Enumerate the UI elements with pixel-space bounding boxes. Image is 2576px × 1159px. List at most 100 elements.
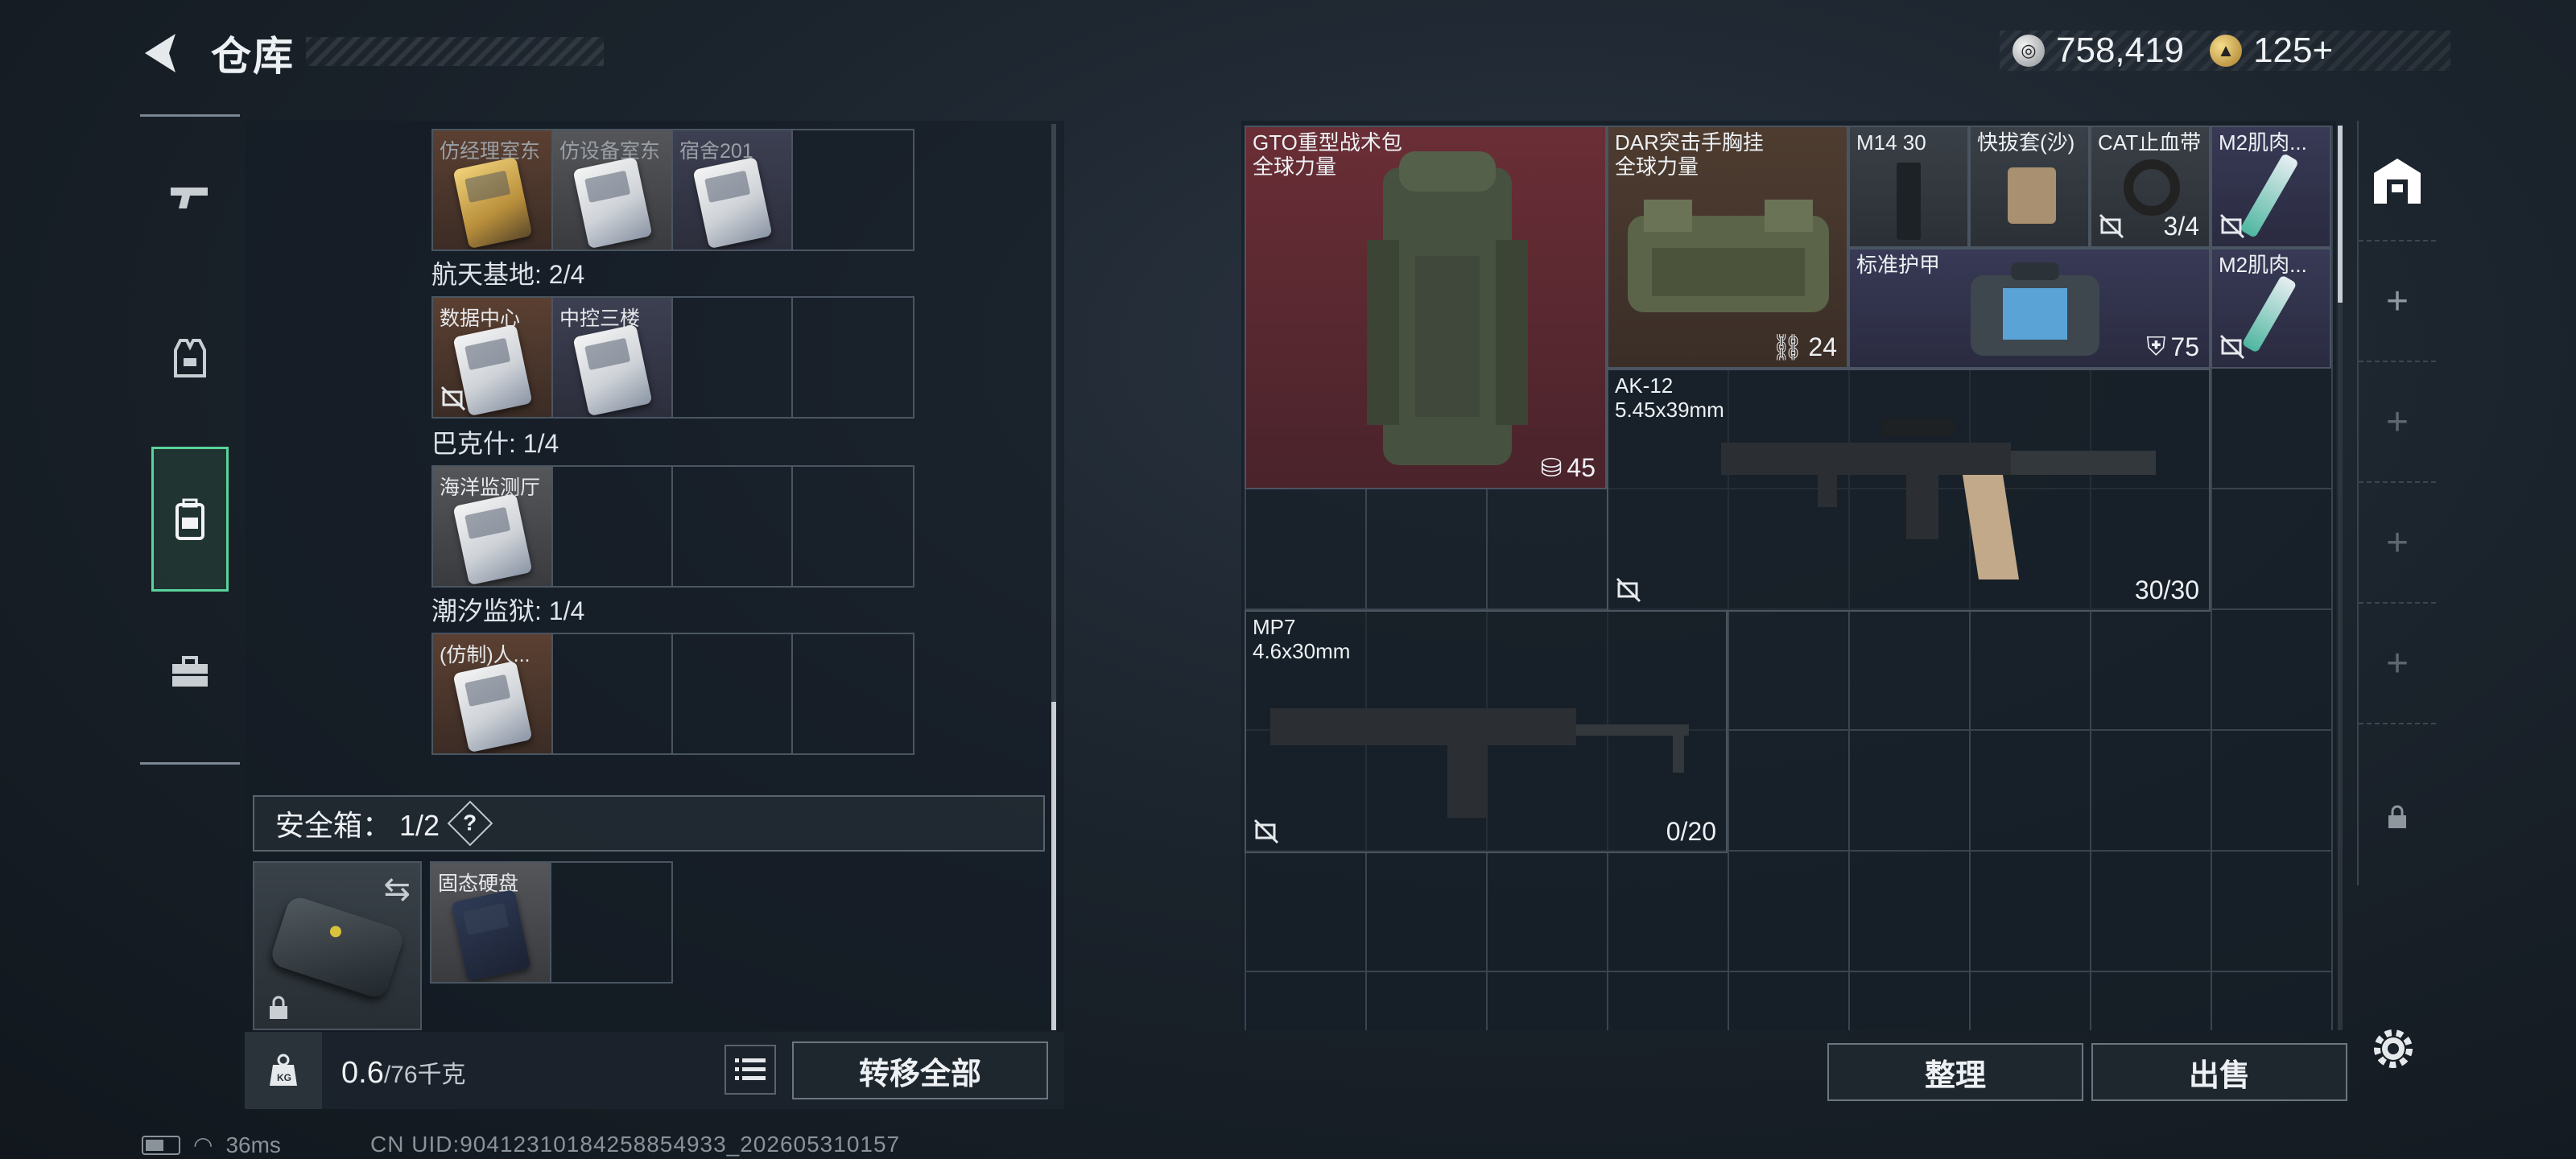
stash-item-tourniquet[interactable]: CAT止血带 3/4 <box>2090 126 2211 248</box>
add-page-icon[interactable]: + <box>2359 604 2436 724</box>
region-label: 巴克什: 1/4 <box>431 429 559 458</box>
container-row: 数据中心 中控三楼 <box>431 296 914 419</box>
item-count: ⛁ 45 <box>1540 452 1596 483</box>
sell-button[interactable]: 出售 <box>2091 1043 2347 1101</box>
empty-slot[interactable] <box>673 634 793 753</box>
help-icon[interactable]: ? <box>447 800 493 847</box>
silver-coin-icon: ◎ <box>2013 35 2045 67</box>
warehouse-icon <box>2374 159 2421 204</box>
left-scrollbar-thumb[interactable] <box>1051 702 1056 1030</box>
lock-icon <box>270 996 287 1019</box>
locked-page[interactable] <box>2359 757 2436 877</box>
stash-item-chest-rig[interactable]: DAR突击手胸挂 全球力量 ⛓ 24 <box>1607 126 1848 369</box>
stash-item-mp7[interactable]: MP7 4.6x30mm 0/20 <box>1245 610 1728 853</box>
vest-slot-icon: ⛓ <box>1770 332 1804 361</box>
no-insurance-icon <box>2219 213 2245 239</box>
stash-item-injector[interactable]: M2肌肉... <box>2211 248 2331 369</box>
container-row: (仿制)人... <box>431 633 914 755</box>
gold-coin-icon: ▲ <box>2210 35 2243 67</box>
backpack-image <box>1367 151 1528 465</box>
list-icon <box>735 1058 766 1080</box>
stash-item-ak12[interactable]: AK-12 5.45x39mm 30/30 <box>1607 369 2211 612</box>
empty-slot[interactable] <box>673 467 793 586</box>
player-uid: CN UID:90412310184258854933_202605310157 <box>370 1132 901 1157</box>
swap-icon[interactable]: ⇆ <box>383 871 411 908</box>
empty-slot[interactable] <box>553 467 673 586</box>
list-view-button[interactable] <box>724 1045 776 1095</box>
item-slot[interactable]: 数据中心 <box>433 298 553 417</box>
stash-item-backpack[interactable]: GTO重型战术包 全球力量 ⛁ 45 <box>1245 126 1607 489</box>
item-count: 30/30 <box>2134 575 2199 604</box>
injector-image <box>2241 274 2297 353</box>
weight-value: 0.6 <box>341 1056 384 1090</box>
add-page-icon[interactable]: + <box>2359 241 2436 362</box>
region-label: 潮汐监狱: 1/4 <box>431 596 585 625</box>
sort-button[interactable]: 整理 <box>1827 1043 2083 1101</box>
pistol-icon <box>171 188 208 208</box>
nav-toolbox[interactable] <box>151 624 229 720</box>
vest-icon <box>174 339 206 377</box>
item-name: (仿制)人... <box>440 644 530 666</box>
stash-scrollbar-thumb[interactable] <box>2338 126 2343 303</box>
item-count: ⛨ 75 <box>2146 332 2199 361</box>
keycard-icon <box>452 493 533 586</box>
keycard-icon <box>572 156 653 250</box>
stash-page-main[interactable] <box>2359 121 2436 241</box>
secure-case-slot[interactable]: ⇆ <box>253 861 422 1030</box>
weight-bar: KG 0.6/76千克 转移全部 <box>245 1032 1064 1109</box>
armor-icon: ⛨ <box>2146 332 2166 361</box>
item-count: 0/20 <box>1666 817 1716 846</box>
empty-slot[interactable] <box>793 130 913 250</box>
empty-slot[interactable] <box>793 298 913 417</box>
empty-slot[interactable] <box>553 634 673 753</box>
svg-text:KG: KG <box>277 1072 291 1083</box>
add-page-icon[interactable]: + <box>2359 483 2436 604</box>
empty-slot[interactable] <box>673 298 793 417</box>
stash-item-holster[interactable]: 快拔套(沙) <box>1969 126 2090 248</box>
item-slot[interactable]: 固态硬盘 <box>431 863 551 982</box>
nav-weapons[interactable] <box>151 149 229 245</box>
lock-icon <box>2388 805 2406 828</box>
empty-slot[interactable] <box>793 634 913 753</box>
holster-image <box>2008 167 2056 224</box>
item-slot[interactable]: 仿经理室东 <box>433 130 553 250</box>
item-slot[interactable]: (仿制)人... <box>433 634 553 753</box>
keycard-icon <box>692 156 773 250</box>
nav-backpack[interactable] <box>151 447 229 592</box>
item-name: 标准护甲 <box>1856 253 1941 277</box>
item-name: 海洋监测厅 <box>440 476 541 499</box>
container-row: 海洋监测厅 <box>431 465 914 588</box>
transfer-all-button[interactable]: 转移全部 <box>792 1041 1048 1099</box>
stash-item-injector[interactable]: M2肌肉... <box>2211 126 2331 248</box>
chevron-left-icon[interactable] <box>137 31 185 76</box>
category-nav <box>140 114 240 765</box>
battery-icon <box>142 1135 180 1155</box>
nav-equipment[interactable] <box>151 310 229 406</box>
gold-amount[interactable]: 125+ <box>2253 31 2333 71</box>
stash-item-magazine[interactable]: M14 30 <box>1848 126 1969 248</box>
backpack-icon <box>175 498 204 540</box>
item-name: CAT止血带 <box>2098 130 2202 155</box>
smg-image <box>1270 708 1689 818</box>
item-slot[interactable]: 宿舍201 <box>673 130 793 250</box>
silver-amount: 758,419 <box>2056 31 2185 70</box>
item-name: M2肌肉... <box>2219 253 2307 277</box>
item-name: 仿经理室东 <box>440 140 541 163</box>
toolbox-icon <box>172 656 208 687</box>
empty-slot[interactable] <box>551 863 671 982</box>
page-title: 仓库 <box>211 34 295 79</box>
gear-icon[interactable] <box>2367 1022 2420 1075</box>
stash-item-armor[interactable]: 标准护甲 ⛨ 75 <box>1848 248 2211 369</box>
item-slot[interactable]: 中控三楼 <box>553 298 673 417</box>
ssd-icon <box>451 889 531 982</box>
status-bar: ◠ 36ms <box>142 1132 281 1158</box>
empty-slot[interactable] <box>793 467 913 586</box>
magazine-image <box>1897 163 1921 240</box>
safe-box-label: 安全箱： 1/2 <box>275 809 440 842</box>
item-count: 3/4 <box>2163 212 2199 241</box>
title-stripe <box>306 37 604 66</box>
add-page-icon[interactable]: + <box>2359 362 2436 483</box>
item-slot[interactable]: 仿设备室东 <box>553 130 673 250</box>
keycard-icon <box>572 324 653 417</box>
item-slot[interactable]: 海洋监测厅 <box>433 467 553 586</box>
